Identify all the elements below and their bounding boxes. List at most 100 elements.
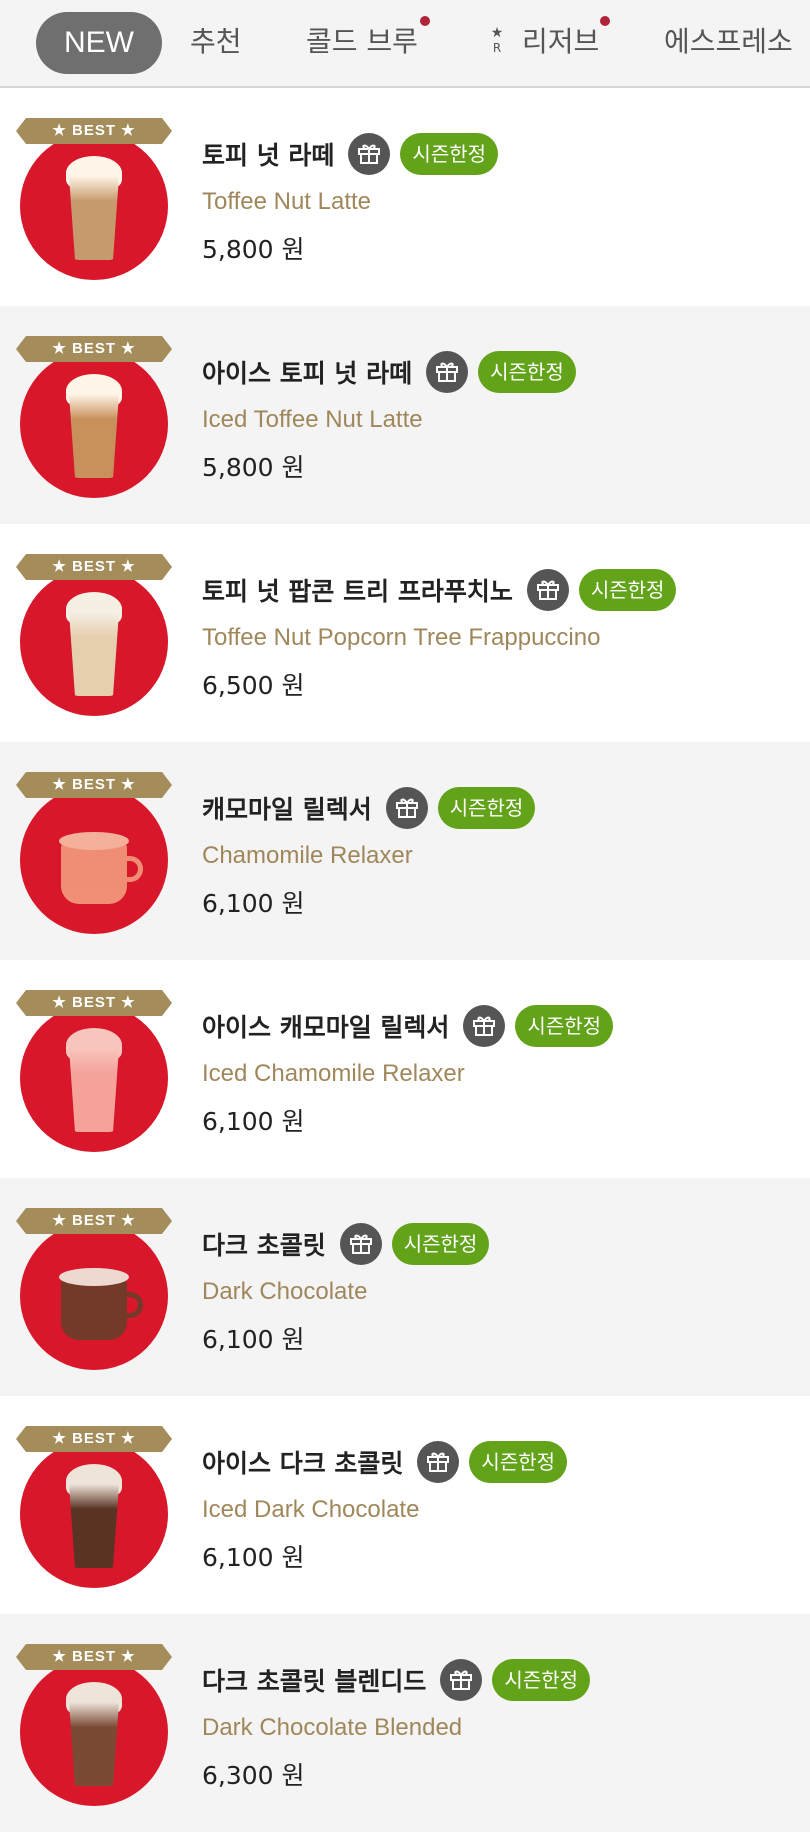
drink-cup-shape xyxy=(69,612,119,696)
item-info: 아이스 다크 초콜릿 시즌한정 Iced Dark Chocolate 6,10… xyxy=(202,1440,790,1574)
blended-choc-drink-image xyxy=(20,1658,168,1806)
item-name-korean: 캐모마일 릴렉서 xyxy=(202,795,372,824)
menu-item[interactable]: ★ BEST ★ 아이스 토피 넛 라떼 시즌한정 Iced Toffee Nu… xyxy=(0,306,810,524)
category-tab-bar: NEW 추천 콜드 브루 ★ R 리저브 에스프레소 xyxy=(0,0,810,88)
item-name-korean: 아이스 토피 넛 라떼 xyxy=(202,359,413,388)
menu-item[interactable]: ★ BEST ★ 캐모마일 릴렉서 시즌한정 Chamomile Relaxer… xyxy=(0,742,810,960)
season-limited-badge: 시즌한정 xyxy=(437,787,536,829)
item-price: 5,800 원 xyxy=(202,453,305,482)
item-name-english: Iced Chamomile Relaxer xyxy=(202,1060,465,1087)
item-price: 6,100 원 xyxy=(202,1543,305,1572)
item-price: 6,100 원 xyxy=(202,1325,305,1354)
gift-icon[interactable] xyxy=(339,1223,382,1265)
gift-icon[interactable] xyxy=(463,1005,506,1047)
drink-cup-shape xyxy=(69,394,119,478)
drink-cup-shape xyxy=(69,176,119,260)
item-name-english: Iced Dark Chocolate xyxy=(202,1496,420,1523)
mug-handle-shape xyxy=(123,856,143,882)
mug-handle-shape xyxy=(123,1292,143,1318)
item-info: 아이스 토피 넛 라떼 시즌한정 Iced Toffee Nut Latte 5… xyxy=(202,350,790,484)
name-row: 다크 초콜릿 시즌한정 xyxy=(202,1222,790,1266)
best-ribbon: ★ BEST ★ xyxy=(16,1426,172,1452)
frap-drink-image xyxy=(20,568,168,716)
gift-icon[interactable] xyxy=(526,569,569,611)
menu-item[interactable]: ★ BEST ★ 다크 초콜릿 블렌디드 시즌한정 Dark Chocolate… xyxy=(0,1614,810,1832)
name-row: 아이스 토피 넛 라떼 시즌한정 xyxy=(202,350,790,394)
item-name-english: Iced Toffee Nut Latte xyxy=(202,406,423,433)
item-info: 다크 초콜릿 시즌한정 Dark Chocolate 6,100 원 xyxy=(202,1222,790,1356)
drink-foam-shape xyxy=(59,1268,129,1286)
item-price: 6,100 원 xyxy=(202,1107,305,1136)
item-name-korean: 다크 초콜릿 xyxy=(202,1231,326,1260)
tab-new[interactable]: NEW xyxy=(36,12,162,74)
drink-cup-shape xyxy=(59,1268,143,1340)
item-name-korean: 토피 넛 라떼 xyxy=(202,141,335,170)
item-name-english: Chamomile Relaxer xyxy=(202,842,413,869)
item-name-korean: 토피 넛 팝콘 트리 프라푸치노 xyxy=(202,577,513,606)
menu-item[interactable]: ★ BEST ★ 토피 넛 팝콘 트리 프라푸치노 시즌한정 Toffee Nu… xyxy=(0,524,810,742)
tab-cold-brew-new-dot xyxy=(420,16,430,26)
item-price: 6,500 원 xyxy=(202,671,305,700)
hot-cream-drink-image xyxy=(20,132,168,280)
name-row: 캐모마일 릴렉서 시즌한정 xyxy=(202,786,790,830)
season-limited-badge: 시즌한정 xyxy=(492,1659,591,1701)
drink-cup-shape xyxy=(59,832,143,904)
season-limited-badge: 시즌한정 xyxy=(515,1005,614,1047)
drink-cup-shape xyxy=(69,1484,119,1568)
menu-item[interactable]: ★ BEST ★ 토피 넛 라떼 시즌한정 Toffee Nut Latte 5… xyxy=(0,88,810,306)
menu-item[interactable]: ★ BEST ★ 다크 초콜릿 시즌한정 Dark Chocolate 6,10… xyxy=(0,1178,810,1396)
menu-item[interactable]: ★ BEST ★ 아이스 캐모마일 릴렉서 시즌한정 Iced Chamomil… xyxy=(0,960,810,1178)
item-name-english: Dark Chocolate xyxy=(202,1278,368,1305)
item-name-english: Toffee Nut Latte xyxy=(202,188,372,215)
menu-item[interactable]: ★ BEST ★ 아이스 다크 초콜릿 시즌한정 Iced Dark Choco… xyxy=(0,1396,810,1614)
item-price: 6,100 원 xyxy=(202,889,305,918)
item-name-english: Dark Chocolate Blended xyxy=(202,1714,463,1741)
season-limited-badge: 시즌한정 xyxy=(391,1223,490,1265)
gift-icon[interactable] xyxy=(385,787,428,829)
item-name-korean: 아이스 캐모마일 릴렉서 xyxy=(202,1013,450,1042)
gift-icon[interactable] xyxy=(417,1441,460,1483)
name-row: 아이스 캐모마일 릴렉서 시즌한정 xyxy=(202,1004,790,1048)
drink-cup-shape xyxy=(69,1702,119,1786)
reserve-star-icon: ★ R xyxy=(490,25,504,55)
best-ribbon: ★ BEST ★ xyxy=(16,1644,172,1670)
name-row: 아이스 다크 초콜릿 시즌한정 xyxy=(202,1440,790,1484)
menu-list: ★ BEST ★ 토피 넛 라떼 시즌한정 Toffee Nut Latte 5… xyxy=(0,88,810,1832)
gift-icon[interactable] xyxy=(440,1659,483,1701)
name-row: 다크 초콜릿 블렌디드 시즌한정 xyxy=(202,1658,790,1702)
tab-recommend[interactable]: 추천 xyxy=(190,0,242,86)
tab-espresso[interactable]: 에스프레소 xyxy=(664,0,793,86)
mug-choc-drink-image xyxy=(20,1222,168,1370)
item-name-korean: 아이스 다크 초콜릿 xyxy=(202,1449,404,1478)
item-price: 6,300 원 xyxy=(202,1761,305,1790)
gift-icon[interactable] xyxy=(426,351,469,393)
gift-icon[interactable] xyxy=(348,133,391,175)
item-info: 토피 넛 라떼 시즌한정 Toffee Nut Latte 5,800 원 xyxy=(202,132,790,266)
iced-choc-drink-image xyxy=(20,1440,168,1588)
mug-pink-drink-image xyxy=(20,786,168,934)
best-ribbon: ★ BEST ★ xyxy=(16,336,172,362)
tab-reserve-new-dot xyxy=(600,16,610,26)
drink-cup-shape xyxy=(69,1048,119,1132)
season-limited-badge: 시즌한정 xyxy=(469,1441,568,1483)
best-ribbon: ★ BEST ★ xyxy=(16,118,172,144)
drink-foam-shape xyxy=(59,832,129,850)
best-ribbon: ★ BEST ★ xyxy=(16,554,172,580)
item-price: 5,800 원 xyxy=(202,235,305,264)
item-name-english: Toffee Nut Popcorn Tree Frappuccino xyxy=(202,624,601,651)
item-info: 아이스 캐모마일 릴렉서 시즌한정 Iced Chamomile Relaxer… xyxy=(202,1004,790,1138)
season-limited-badge: 시즌한정 xyxy=(578,569,677,611)
best-ribbon: ★ BEST ★ xyxy=(16,772,172,798)
item-info: 캐모마일 릴렉서 시즌한정 Chamomile Relaxer 6,100 원 xyxy=(202,786,790,920)
item-info: 토피 넛 팝콘 트리 프라푸치노 시즌한정 Toffee Nut Popcorn… xyxy=(202,568,790,702)
season-limited-badge: 시즌한정 xyxy=(478,351,576,393)
iced-cream-drink-image xyxy=(20,350,168,498)
tab-cold-brew[interactable]: 콜드 브루 xyxy=(306,0,418,86)
name-row: 토피 넛 팝콘 트리 프라푸치노 시즌한정 xyxy=(202,568,790,612)
item-name-korean: 다크 초콜릿 블렌디드 xyxy=(202,1667,427,1696)
tab-reserve[interactable]: 리저브 xyxy=(522,0,599,86)
best-ribbon: ★ BEST ★ xyxy=(16,1208,172,1234)
name-row: 토피 넛 라떼 시즌한정 xyxy=(202,132,790,176)
item-info: 다크 초콜릿 블렌디드 시즌한정 Dark Chocolate Blended … xyxy=(202,1658,790,1792)
iced-pink-drink-image xyxy=(20,1004,168,1152)
